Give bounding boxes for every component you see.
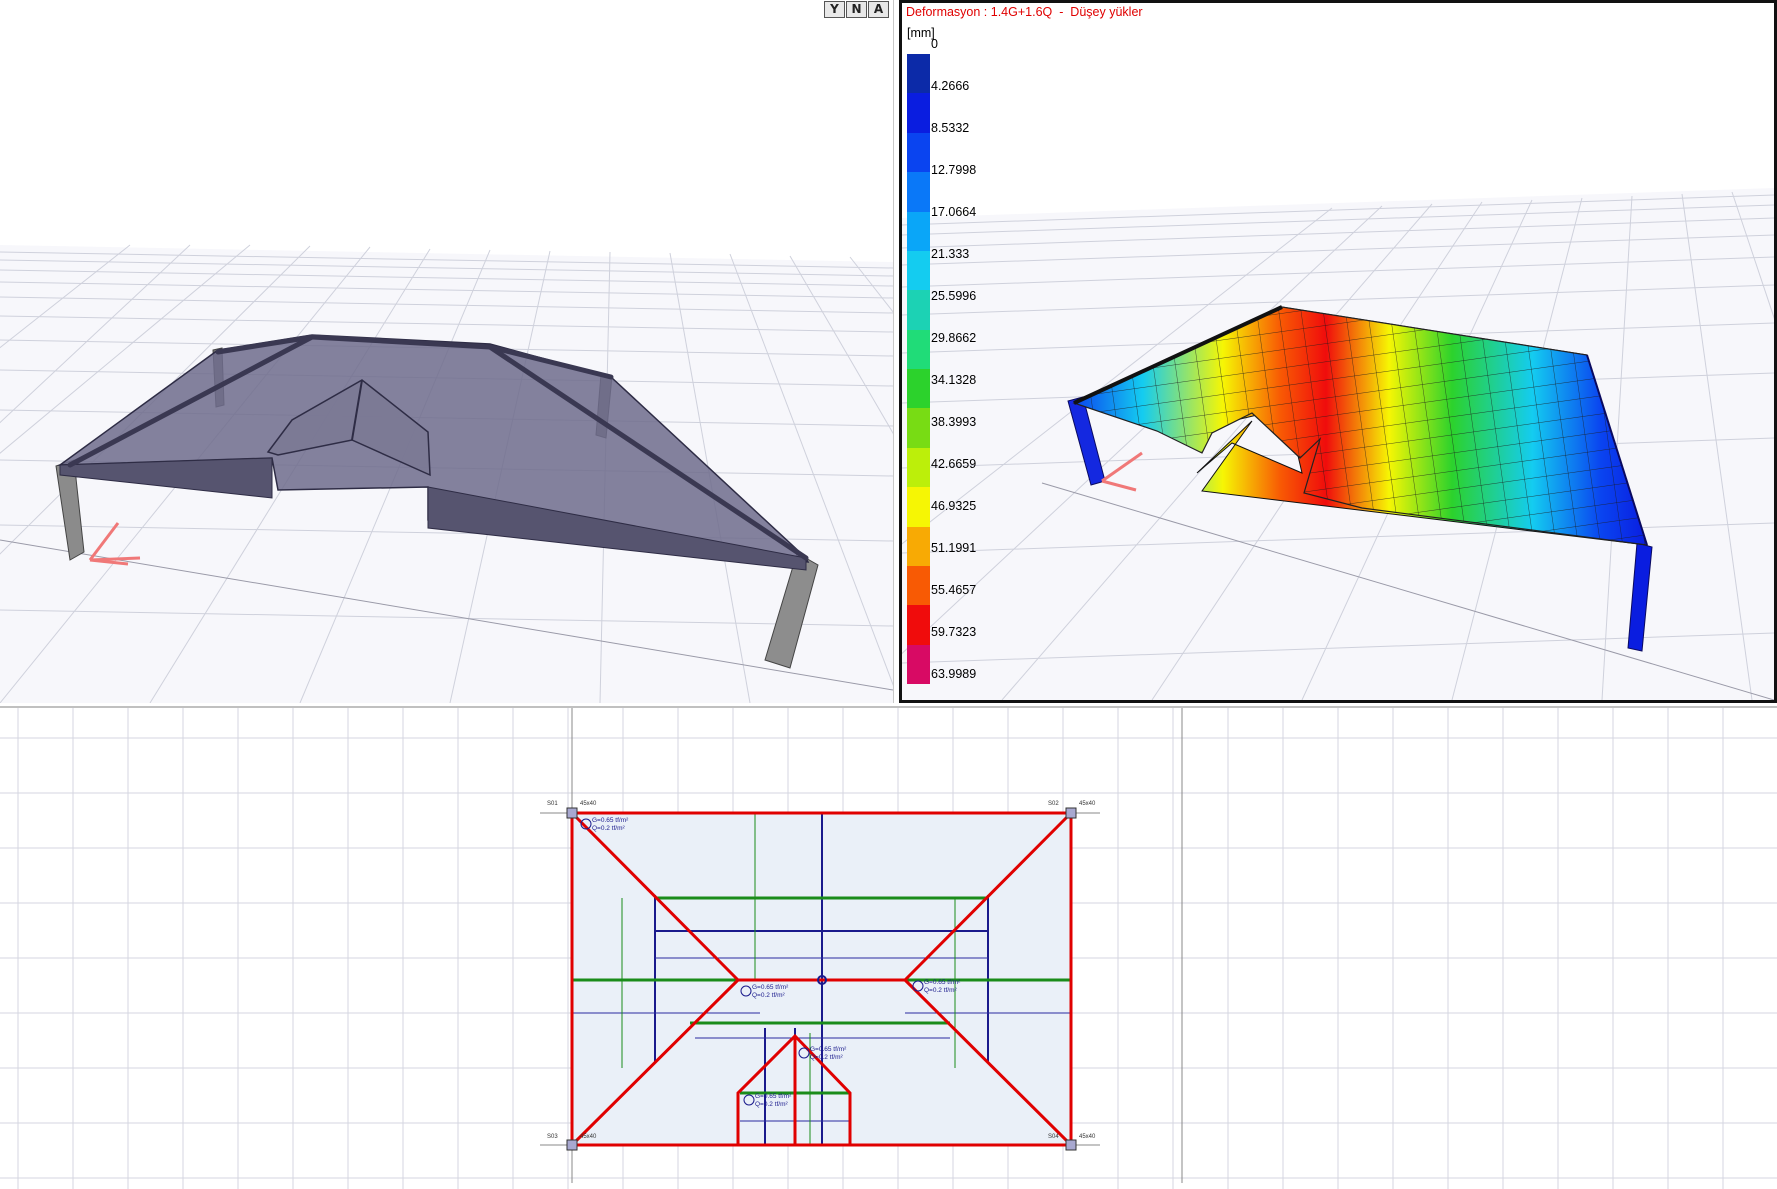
- column-size-s01: 45x40: [580, 801, 597, 807]
- svg-text:Q=0.2 tf/m²: Q=0.2 tf/m²: [755, 1101, 789, 1108]
- plan-viewport[interactable]: S01 S02 S03 S04 45x40 45x40 45x40 45x40 …: [0, 706, 1777, 1189]
- legend-label: 8.5332: [931, 121, 970, 135]
- legend-swatch: [907, 369, 930, 409]
- column-label-s01: S01: [547, 801, 558, 807]
- column-size-s04: 45x40: [1079, 1134, 1096, 1140]
- legend-label: 25.5996: [931, 289, 977, 303]
- column-size-s02: 45x40: [1079, 801, 1096, 807]
- legend-label: 0: [931, 37, 938, 51]
- legend-color-bar: [907, 54, 930, 684]
- column-label-s03: S03: [547, 1134, 558, 1140]
- view-button-n[interactable]: N: [846, 1, 867, 18]
- svg-text:Q=0.2 tf/m²: Q=0.2 tf/m²: [592, 825, 626, 832]
- column-label-s02: S02: [1048, 801, 1059, 807]
- view-mode-buttons: Y N A: [824, 1, 889, 18]
- legend-label: 29.8662: [931, 331, 977, 345]
- legend-swatch: [907, 290, 930, 330]
- legend-swatch: [907, 93, 930, 133]
- legend-label: 12.7998: [931, 163, 977, 177]
- legend-swatch: [907, 54, 930, 94]
- legend-swatch: [907, 565, 930, 606]
- svg-text:G=0.65 tf/m²: G=0.65 tf/m²: [755, 1093, 792, 1100]
- legend-swatch: [907, 605, 930, 645]
- view-button-a[interactable]: A: [868, 1, 889, 18]
- model-3d-scene[interactable]: [0, 0, 893, 703]
- legend-swatch: [907, 211, 930, 251]
- svg-text:G=0.65 tf/m²: G=0.65 tf/m²: [810, 1046, 847, 1053]
- legend-swatch: [907, 526, 930, 566]
- deformation-viewport[interactable]: Deformasyon : 1.4G+1.6Q - Düşey yükler […: [899, 0, 1777, 703]
- legend-swatch: [907, 487, 930, 527]
- model-3d-viewport[interactable]: Y N A: [0, 0, 894, 703]
- deformation-scene[interactable]: [902, 3, 1774, 700]
- legend-label: 34.1328: [931, 373, 977, 387]
- legend-label: 21.333: [931, 247, 970, 261]
- deformation-title: Deformasyon : 1.4G+1.6Q - Düşey yükler: [906, 5, 1143, 19]
- legend-label: 51.1991: [931, 541, 977, 555]
- legend-label: 63.9989: [931, 667, 977, 681]
- legend-swatch: [907, 132, 930, 173]
- legend-swatch: [907, 408, 930, 448]
- legend-label: 46.9325: [931, 499, 977, 513]
- plan-scene[interactable]: S01 S02 S03 S04 45x40 45x40 45x40 45x40 …: [0, 708, 1777, 1189]
- svg-text:Q=0.2 tf/m²: Q=0.2 tf/m²: [752, 992, 786, 999]
- svg-text:G=0.65 tf/m²: G=0.65 tf/m²: [752, 984, 789, 991]
- svg-text:G=0.65 tf/m²: G=0.65 tf/m²: [924, 979, 961, 986]
- legend-swatch: [907, 172, 930, 212]
- legend-label: 17.0664: [931, 205, 977, 219]
- legend-swatch: [907, 644, 930, 684]
- column-label-s04: S04: [1048, 1134, 1059, 1140]
- view-button-y[interactable]: Y: [824, 1, 845, 18]
- svg-text:Q=0.2 tf/m²: Q=0.2 tf/m²: [810, 1054, 844, 1061]
- legend-label: 55.4657: [931, 583, 977, 597]
- legend-label: 38.3993: [931, 415, 977, 429]
- column-size-s03: 45x40: [580, 1134, 597, 1140]
- svg-text:G=0.65 tf/m²: G=0.65 tf/m²: [592, 817, 629, 824]
- legend-label: 59.7323: [931, 625, 977, 639]
- legend-swatch: [907, 447, 930, 488]
- legend-label: 4.2666: [931, 79, 970, 93]
- legend-label: 42.6659: [931, 457, 977, 471]
- legend-swatch: [907, 250, 930, 291]
- legend-swatch: [907, 329, 930, 369]
- svg-text:Q=0.2 tf/m²: Q=0.2 tf/m²: [924, 987, 958, 994]
